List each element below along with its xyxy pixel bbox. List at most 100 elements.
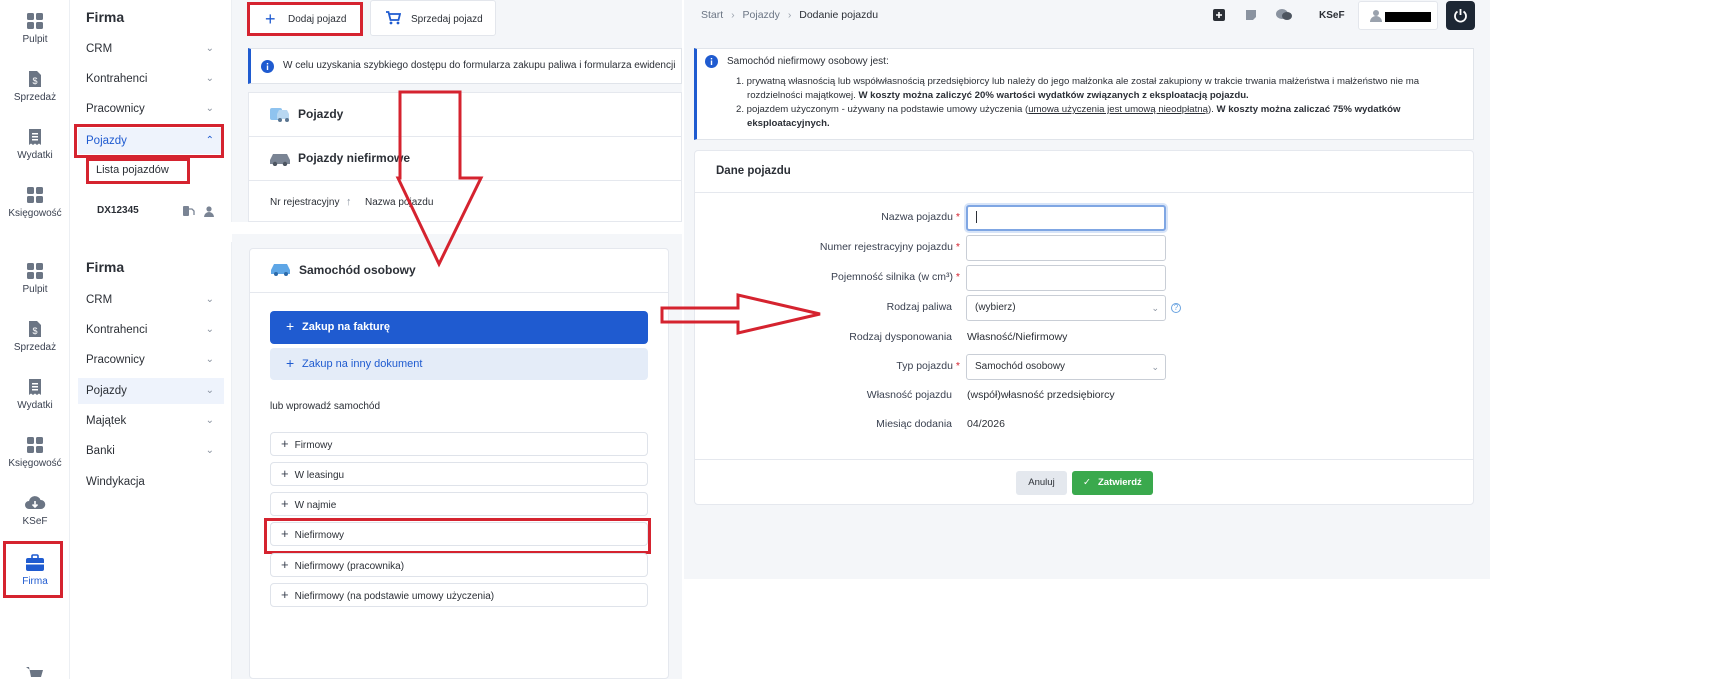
- registration-input[interactable]: [966, 235, 1166, 261]
- car-blue-icon: [270, 262, 292, 276]
- option-niefirmowy-uzyczenie[interactable]: + Niefirmowy (na podstawie umowy użyczeni…: [270, 583, 648, 607]
- menu-item-pracownicy[interactable]: Pracownicy ⌄: [78, 96, 224, 122]
- option-niefirmowy-pracownika[interactable]: + Niefirmowy (pracownika): [270, 553, 648, 577]
- label-text: Nazwa pojazdu: [881, 211, 953, 223]
- rail-item-sprzedaz[interactable]: $ Sprzedaż: [0, 320, 70, 353]
- sort-arrow-icon[interactable]: ↑: [346, 196, 352, 208]
- or-enter-label: lub wprowadź samochód: [270, 401, 381, 412]
- highlight-lista-pojazdow: [86, 158, 190, 184]
- power-button[interactable]: [1446, 1, 1475, 30]
- fuel-icon[interactable]: [182, 205, 195, 217]
- vehicle-list-item[interactable]: DX12345: [97, 205, 139, 216]
- confirm-button[interactable]: ✓ Zatwierdź: [1072, 471, 1153, 495]
- menu-item-kontrahenci[interactable]: Kontrahenci ⌄: [78, 317, 224, 343]
- rail-item-sprzedaz-top[interactable]: $ Sprzedaż: [0, 70, 70, 103]
- add-vehicle-label: Dodaj pojazd: [288, 14, 347, 25]
- user-menu[interactable]: [1358, 1, 1438, 30]
- option-label: Niefirmowy (na podstawie umowy użyczenia…: [294, 591, 495, 602]
- label-month: Miesiąc dodania: [876, 418, 952, 430]
- grid-icon: [27, 437, 43, 453]
- chat-icon[interactable]: [1275, 8, 1293, 22]
- month-value: 04/2026: [967, 418, 1005, 430]
- grid-icon: [27, 263, 43, 279]
- menu-item-label: Windykacja: [86, 476, 145, 488]
- option-firmowy[interactable]: + Firmowy: [270, 432, 648, 456]
- label-ownership: Własność pojazdu: [866, 389, 952, 401]
- cancel-button[interactable]: Anuluj: [1016, 471, 1067, 495]
- vehicle-name-input[interactable]: [966, 205, 1166, 231]
- ownership-value: (współ)własność przedsiębiorcy: [967, 389, 1115, 401]
- check-icon: ✓: [1083, 477, 1091, 488]
- chevron-down-icon: ⌄: [1151, 303, 1159, 313]
- info-banner: W celu uzyskania szybkiego dostępu do fo…: [248, 48, 682, 84]
- option-label: W leasingu: [294, 470, 345, 481]
- rail-label: Pulpit: [22, 34, 48, 45]
- vehicles-panel-title: Pojazdy: [298, 107, 344, 121]
- menu-item-label: CRM: [86, 294, 113, 306]
- purchase-invoice-button[interactable]: + Zakup na fakturę: [270, 311, 648, 344]
- chevron-down-icon: ⌄: [205, 445, 214, 456]
- menu-item-label: Banki: [86, 445, 115, 457]
- rail-item-wydatki[interactable]: Wydatki: [0, 378, 70, 411]
- menu-item-label: Pracownicy: [86, 103, 145, 115]
- option-label: W najmie: [294, 500, 337, 511]
- arrow-down-annotation: [395, 90, 484, 268]
- rail-item-pulpit-top[interactable]: Pulpit: [0, 12, 70, 45]
- menu-item-crm[interactable]: CRM ⌄: [78, 287, 224, 313]
- label-text: Pojemność silnika (w cm³): [831, 271, 953, 283]
- plus-icon: +: [281, 557, 289, 572]
- engine-capacity-input[interactable]: [966, 265, 1166, 291]
- rail-label: Wydatki: [17, 150, 53, 161]
- option-w-najmie[interactable]: + W najmie: [270, 492, 648, 516]
- menu-item-kontrahenci[interactable]: Kontrahenci ⌄: [78, 66, 224, 92]
- required-mark: *: [955, 241, 960, 253]
- plus-icon: +: [281, 587, 289, 602]
- menu-item-label: Kontrahenci: [86, 324, 148, 336]
- plus-icon: +: [286, 318, 295, 334]
- menu-item-label: Kontrahenci: [86, 73, 148, 85]
- menu-item-windykacja[interactable]: Windykacja: [78, 469, 224, 495]
- plus-icon: +: [286, 355, 295, 371]
- cart-icon[interactable]: [25, 666, 45, 679]
- column-header-reg[interactable]: Nr rejestracyjny: [270, 197, 339, 208]
- svg-text:$: $: [32, 76, 37, 86]
- invoice-icon: $: [29, 71, 41, 87]
- help-icon[interactable]: ?: [1171, 303, 1181, 313]
- rail-item-wydatki-top[interactable]: Wydatki: [0, 128, 70, 161]
- plus-icon: +: [281, 496, 289, 511]
- menu-item-majatek[interactable]: Majątek ⌄: [78, 408, 224, 434]
- highlight-niefirmowy: [264, 518, 651, 554]
- menu-item-banki[interactable]: Banki ⌄: [78, 438, 224, 464]
- label-vehicle-type: Typ pojazdu *: [710, 360, 960, 372]
- rail-item-pulpit[interactable]: Pulpit: [0, 262, 70, 295]
- menu-item-pracownicy[interactable]: Pracownicy ⌄: [78, 347, 224, 373]
- receipt-icon: [29, 379, 41, 395]
- divider: [249, 292, 669, 293]
- notice-link[interactable]: umowa użyczenia jest umową nieodpłatną: [1028, 104, 1208, 115]
- rail-item-ksiegowosc[interactable]: Księgowość: [0, 436, 70, 469]
- vehicle-type-select[interactable]: Samochód osobowy ⌄: [966, 354, 1166, 380]
- menu-item-pojazdy[interactable]: Pojazdy ⌄: [78, 378, 224, 404]
- user-icon: [1370, 10, 1382, 22]
- rail-item-ksef[interactable]: KSeF: [0, 494, 70, 527]
- note-icon[interactable]: [1245, 9, 1257, 21]
- rail-item-ksiegowosc-top[interactable]: Księgowość: [0, 186, 70, 219]
- option-w-leasingu[interactable]: + W leasingu: [270, 462, 648, 486]
- select-value: Samochód osobowy: [975, 361, 1066, 372]
- purchase-other-button[interactable]: + Zakup na inny dokument: [270, 348, 648, 380]
- menu-item-label: Pracownicy: [86, 354, 145, 366]
- cloud-download-icon: [25, 496, 46, 509]
- add-vehicle-button[interactable]: + Dodaj pojazd: [247, 2, 363, 36]
- cancel-label: Anuluj: [1028, 477, 1055, 488]
- person-icon[interactable]: [203, 205, 215, 217]
- ksef-label[interactable]: KSeF: [1319, 10, 1345, 21]
- redacted-username: [1385, 12, 1431, 22]
- option-label: Niefirmowy (pracownika): [294, 561, 405, 572]
- label-registration: Numer rejestracyjny pojazdu *: [710, 241, 960, 253]
- purchase-invoice-label: Zakup na fakturę: [302, 321, 391, 333]
- fuel-type-select[interactable]: (wybierz) ⌄: [966, 295, 1166, 321]
- rail-label: KSeF: [22, 516, 48, 527]
- add-square-icon[interactable]: [1213, 9, 1225, 21]
- sell-vehicle-button[interactable]: Sprzedaj pojazd: [370, 0, 496, 36]
- menu-item-crm[interactable]: CRM ⌄: [78, 36, 224, 62]
